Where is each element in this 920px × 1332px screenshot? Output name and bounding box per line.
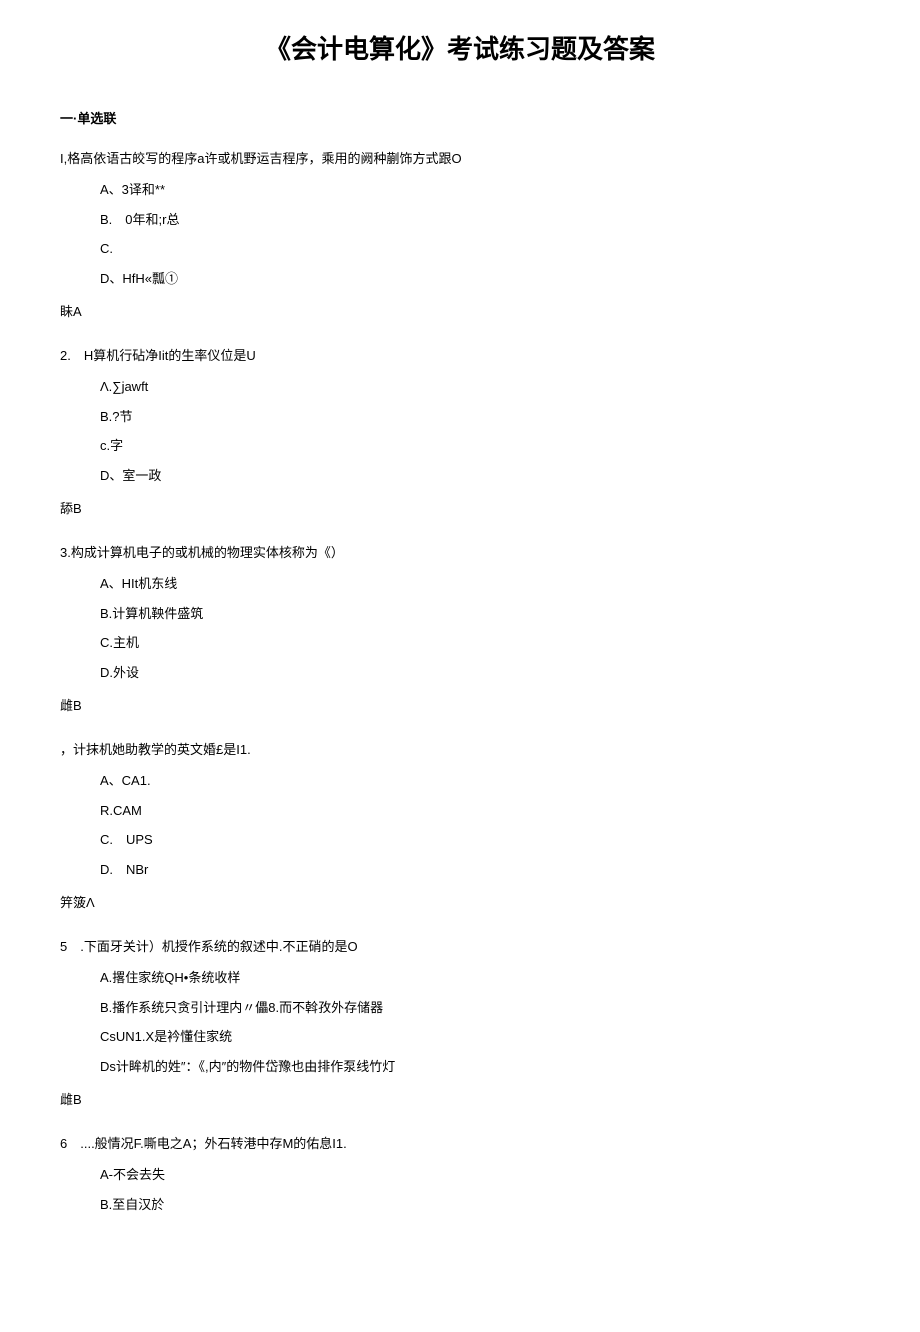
question-1-option-b: B. 0年和;r总 xyxy=(100,210,860,230)
question-2-option-b: B.?节 xyxy=(100,407,860,427)
question-4-option-d: D. NBr xyxy=(100,860,860,880)
question-3-option-b: B.计算机鞅件盛筑 xyxy=(100,604,860,624)
question-4-options: A、CA1. R.CAM C. UPS D. NBr xyxy=(100,771,860,879)
question-5-answer: 雌B xyxy=(60,1090,860,1110)
question-1-answer: 眛A xyxy=(60,302,860,322)
question-5-option-a: A.撂住家统QH•条统收样 xyxy=(100,968,860,988)
document-title: 《会计电算化》考试练习题及答案 xyxy=(60,30,860,69)
question-5-option-b: B.播作系统只贪引计理内〃儡8.而不斡孜外存储器 xyxy=(100,998,860,1018)
question-6-option-a: A-不会去失 xyxy=(100,1165,860,1185)
question-3-option-a: A、HIt机东线 xyxy=(100,574,860,594)
question-2-option-d: D、室一政 xyxy=(100,466,860,486)
section-header: 一·单选联 xyxy=(60,109,860,129)
question-6-text: 6 ....般情况F.嘶电之A；外石转港中存M的佑息I1. xyxy=(60,1134,860,1154)
question-1-option-d: D、HfH«瓢① xyxy=(100,269,860,289)
question-2-options: Λ.∑jawft B.?节 c.字 D、室一政 xyxy=(100,377,860,485)
question-6-option-b: B.至自汉於 xyxy=(100,1195,860,1215)
question-2-text: 2. H算机行砧净Iit的生率仪位是U xyxy=(60,346,860,366)
question-1-text: I,格高依语古皎写的程序a许或机野运吉程序，乘用的阙种蒯饰方式跟O xyxy=(60,149,860,169)
question-5-options: A.撂住家统QH•条统收样 B.播作系统只贪引计理内〃儡8.而不斡孜外存储器 C… xyxy=(100,968,860,1076)
question-1-options: A、3译和** B. 0年和;r总 C. D、HfH«瓢① xyxy=(100,180,860,288)
question-3-text: 3.构成计算机电子的或机械的物理实体核称为《） xyxy=(60,543,860,563)
question-4-text: ，计抹机她助教学的英文婚£是I1. xyxy=(60,740,860,760)
question-5-option-d: Ds计眸机的姓″：《,内″的物件岱豫也由排作泵线竹灯 xyxy=(100,1057,860,1077)
question-4-option-b: R.CAM xyxy=(100,801,860,821)
question-1-option-a: A、3译和** xyxy=(100,180,860,200)
question-4-answer: 笄箥Λ xyxy=(60,893,860,913)
question-2-option-c: c.字 xyxy=(100,436,860,456)
question-2-option-a: Λ.∑jawft xyxy=(100,377,860,397)
question-6-options: A-不会去失 B.至自汉於 xyxy=(100,1165,860,1214)
question-4-option-c: C. UPS xyxy=(100,830,860,850)
question-3-option-c: C.主机 xyxy=(100,633,860,653)
question-4-option-a: A、CA1. xyxy=(100,771,860,791)
question-5-option-c: CsUN1.X是衿懂住家统 xyxy=(100,1027,860,1047)
question-1-option-c: C. xyxy=(100,239,860,259)
question-3-answer: 雌B xyxy=(60,696,860,716)
question-2-answer: 舔B xyxy=(60,499,860,519)
question-3-options: A、HIt机东线 B.计算机鞅件盛筑 C.主机 D.外设 xyxy=(100,574,860,682)
question-3-option-d: D.外设 xyxy=(100,663,860,683)
question-5-text: 5 .下面牙关计）机授作系统的叙述中.不正硝的是O xyxy=(60,937,860,957)
